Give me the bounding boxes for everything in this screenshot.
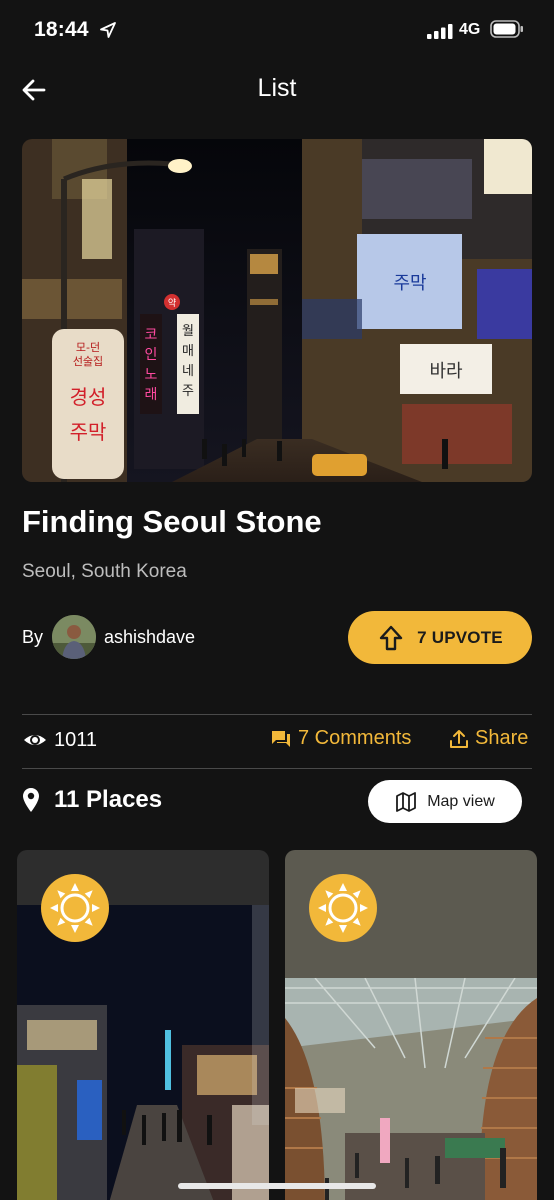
list-title: Finding Seoul Stone	[22, 504, 322, 539]
page-title: List	[257, 74, 297, 102]
network-type: 4G	[459, 21, 481, 38]
signal-icon	[427, 24, 453, 39]
comments-label: 7 Comments	[298, 727, 412, 749]
map-icon	[396, 791, 417, 812]
divider	[22, 714, 532, 715]
share-button[interactable]: Share	[449, 727, 528, 750]
comments-link[interactable]: 7 Comments	[270, 727, 411, 750]
avatar[interactable]	[52, 615, 96, 659]
svg-text:모-던: 모-던	[76, 341, 100, 354]
share-label: Share	[475, 727, 529, 749]
place-card[interactable]	[285, 850, 537, 1200]
upvote-button[interactable]: 7 UPVOTE	[348, 611, 532, 664]
sun-icon	[41, 874, 109, 942]
svg-text:인: 인	[145, 347, 158, 363]
svg-text:매: 매	[182, 344, 194, 359]
arrow-up-icon	[379, 625, 403, 650]
svg-text:바라: 바라	[429, 361, 463, 382]
svg-text:선술집: 선술집	[73, 355, 103, 368]
map-view-label: Map view	[427, 792, 495, 810]
svg-text:주막: 주막	[393, 273, 426, 294]
list-detail-screen: 18:44 4G List 모-던 선술집 경성 주막 코 인 노 래 월 매 …	[0, 0, 554, 1200]
place-photo	[285, 978, 537, 1200]
svg-text:약: 약	[168, 297, 176, 309]
svg-text:네: 네	[182, 364, 194, 379]
map-view-button[interactable]: Map view	[368, 780, 522, 823]
map-pin-icon	[23, 788, 39, 812]
home-indicator[interactable]	[178, 1183, 376, 1189]
views-number: 1011	[54, 728, 98, 751]
svg-text:노: 노	[145, 367, 158, 383]
status-time: 18:44	[34, 18, 89, 41]
sun-icon	[309, 874, 377, 942]
place-card[interactable]	[17, 850, 269, 1200]
views-count: 1011	[22, 727, 97, 753]
share-icon	[450, 729, 468, 748]
svg-text:경성: 경성	[70, 385, 107, 409]
list-location: Seoul, South Korea	[22, 561, 187, 582]
hero-image: 모-던 선술집 경성 주막 코 인 노 래 월 매 네 주 약 주막 바라	[22, 139, 532, 482]
places-label: 11 Places	[54, 786, 163, 813]
places-count: 11 Places	[22, 786, 162, 814]
author-name[interactable]: ashishdave	[104, 627, 195, 648]
svg-text:월: 월	[182, 324, 194, 339]
divider	[22, 768, 532, 769]
eye-icon	[24, 735, 46, 745]
status-bar: 18:44 4G	[0, 0, 554, 60]
upvote-label: 7 UPVOTE	[417, 627, 503, 647]
battery-icon	[490, 20, 523, 38]
by-label: By	[22, 627, 44, 647]
svg-text:코: 코	[145, 327, 158, 343]
place-photo	[17, 905, 269, 1200]
svg-text:래: 래	[145, 387, 158, 403]
svg-text:주: 주	[182, 384, 194, 399]
svg-text:주막: 주막	[70, 420, 107, 444]
comments-icon	[272, 730, 290, 747]
location-arrow-icon	[100, 22, 116, 38]
